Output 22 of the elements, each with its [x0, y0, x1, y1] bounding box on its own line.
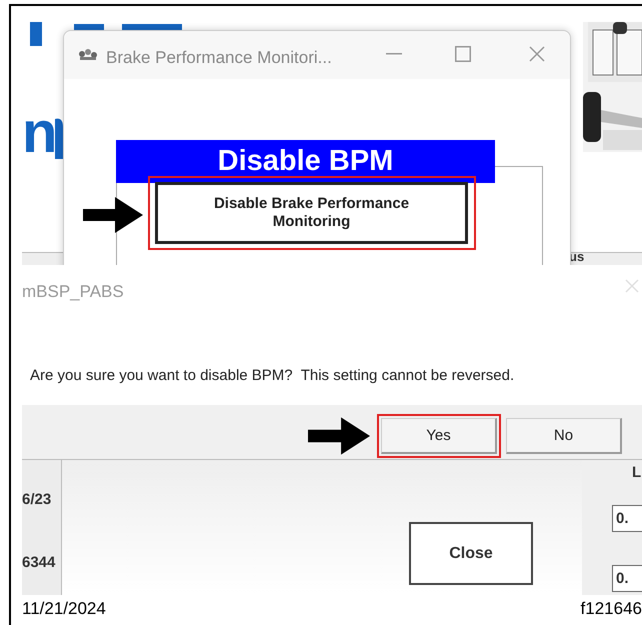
close-button[interactable]: Close — [409, 522, 533, 585]
table-cell-text: 6/23 — [22, 490, 52, 510]
yes-button[interactable]: Yes — [377, 414, 501, 458]
close-icon[interactable] — [529, 46, 545, 62]
logo-fragment-icon — [55, 117, 63, 159]
disable-bpm-button[interactable]: Disable Brake Performance Monitoring — [155, 182, 468, 244]
arrow-icon — [82, 197, 144, 233]
maximize-icon[interactable] — [455, 46, 471, 62]
figure-date: 11/21/2024 — [22, 598, 106, 620]
figure-id: f121646 — [580, 598, 642, 620]
input-field[interactable]: 0. — [612, 505, 642, 532]
field-label: L — [632, 463, 642, 483]
dialog-title: mBSP_PABS — [22, 281, 124, 303]
logo-text: n — [22, 104, 58, 162]
window-title: Brake Performance Monitori... — [106, 47, 332, 69]
table-cell-text: 6344 — [22, 553, 56, 573]
dialog-message: Are you sure you want to disable BPM? This setting cannot be reversed. — [30, 366, 514, 386]
banner-title: Disable BPM — [116, 140, 495, 183]
app-icon — [78, 47, 98, 61]
input-field[interactable]: 0. — [612, 565, 642, 592]
arrow-icon — [308, 417, 370, 455]
minimize-icon[interactable] — [386, 53, 402, 55]
